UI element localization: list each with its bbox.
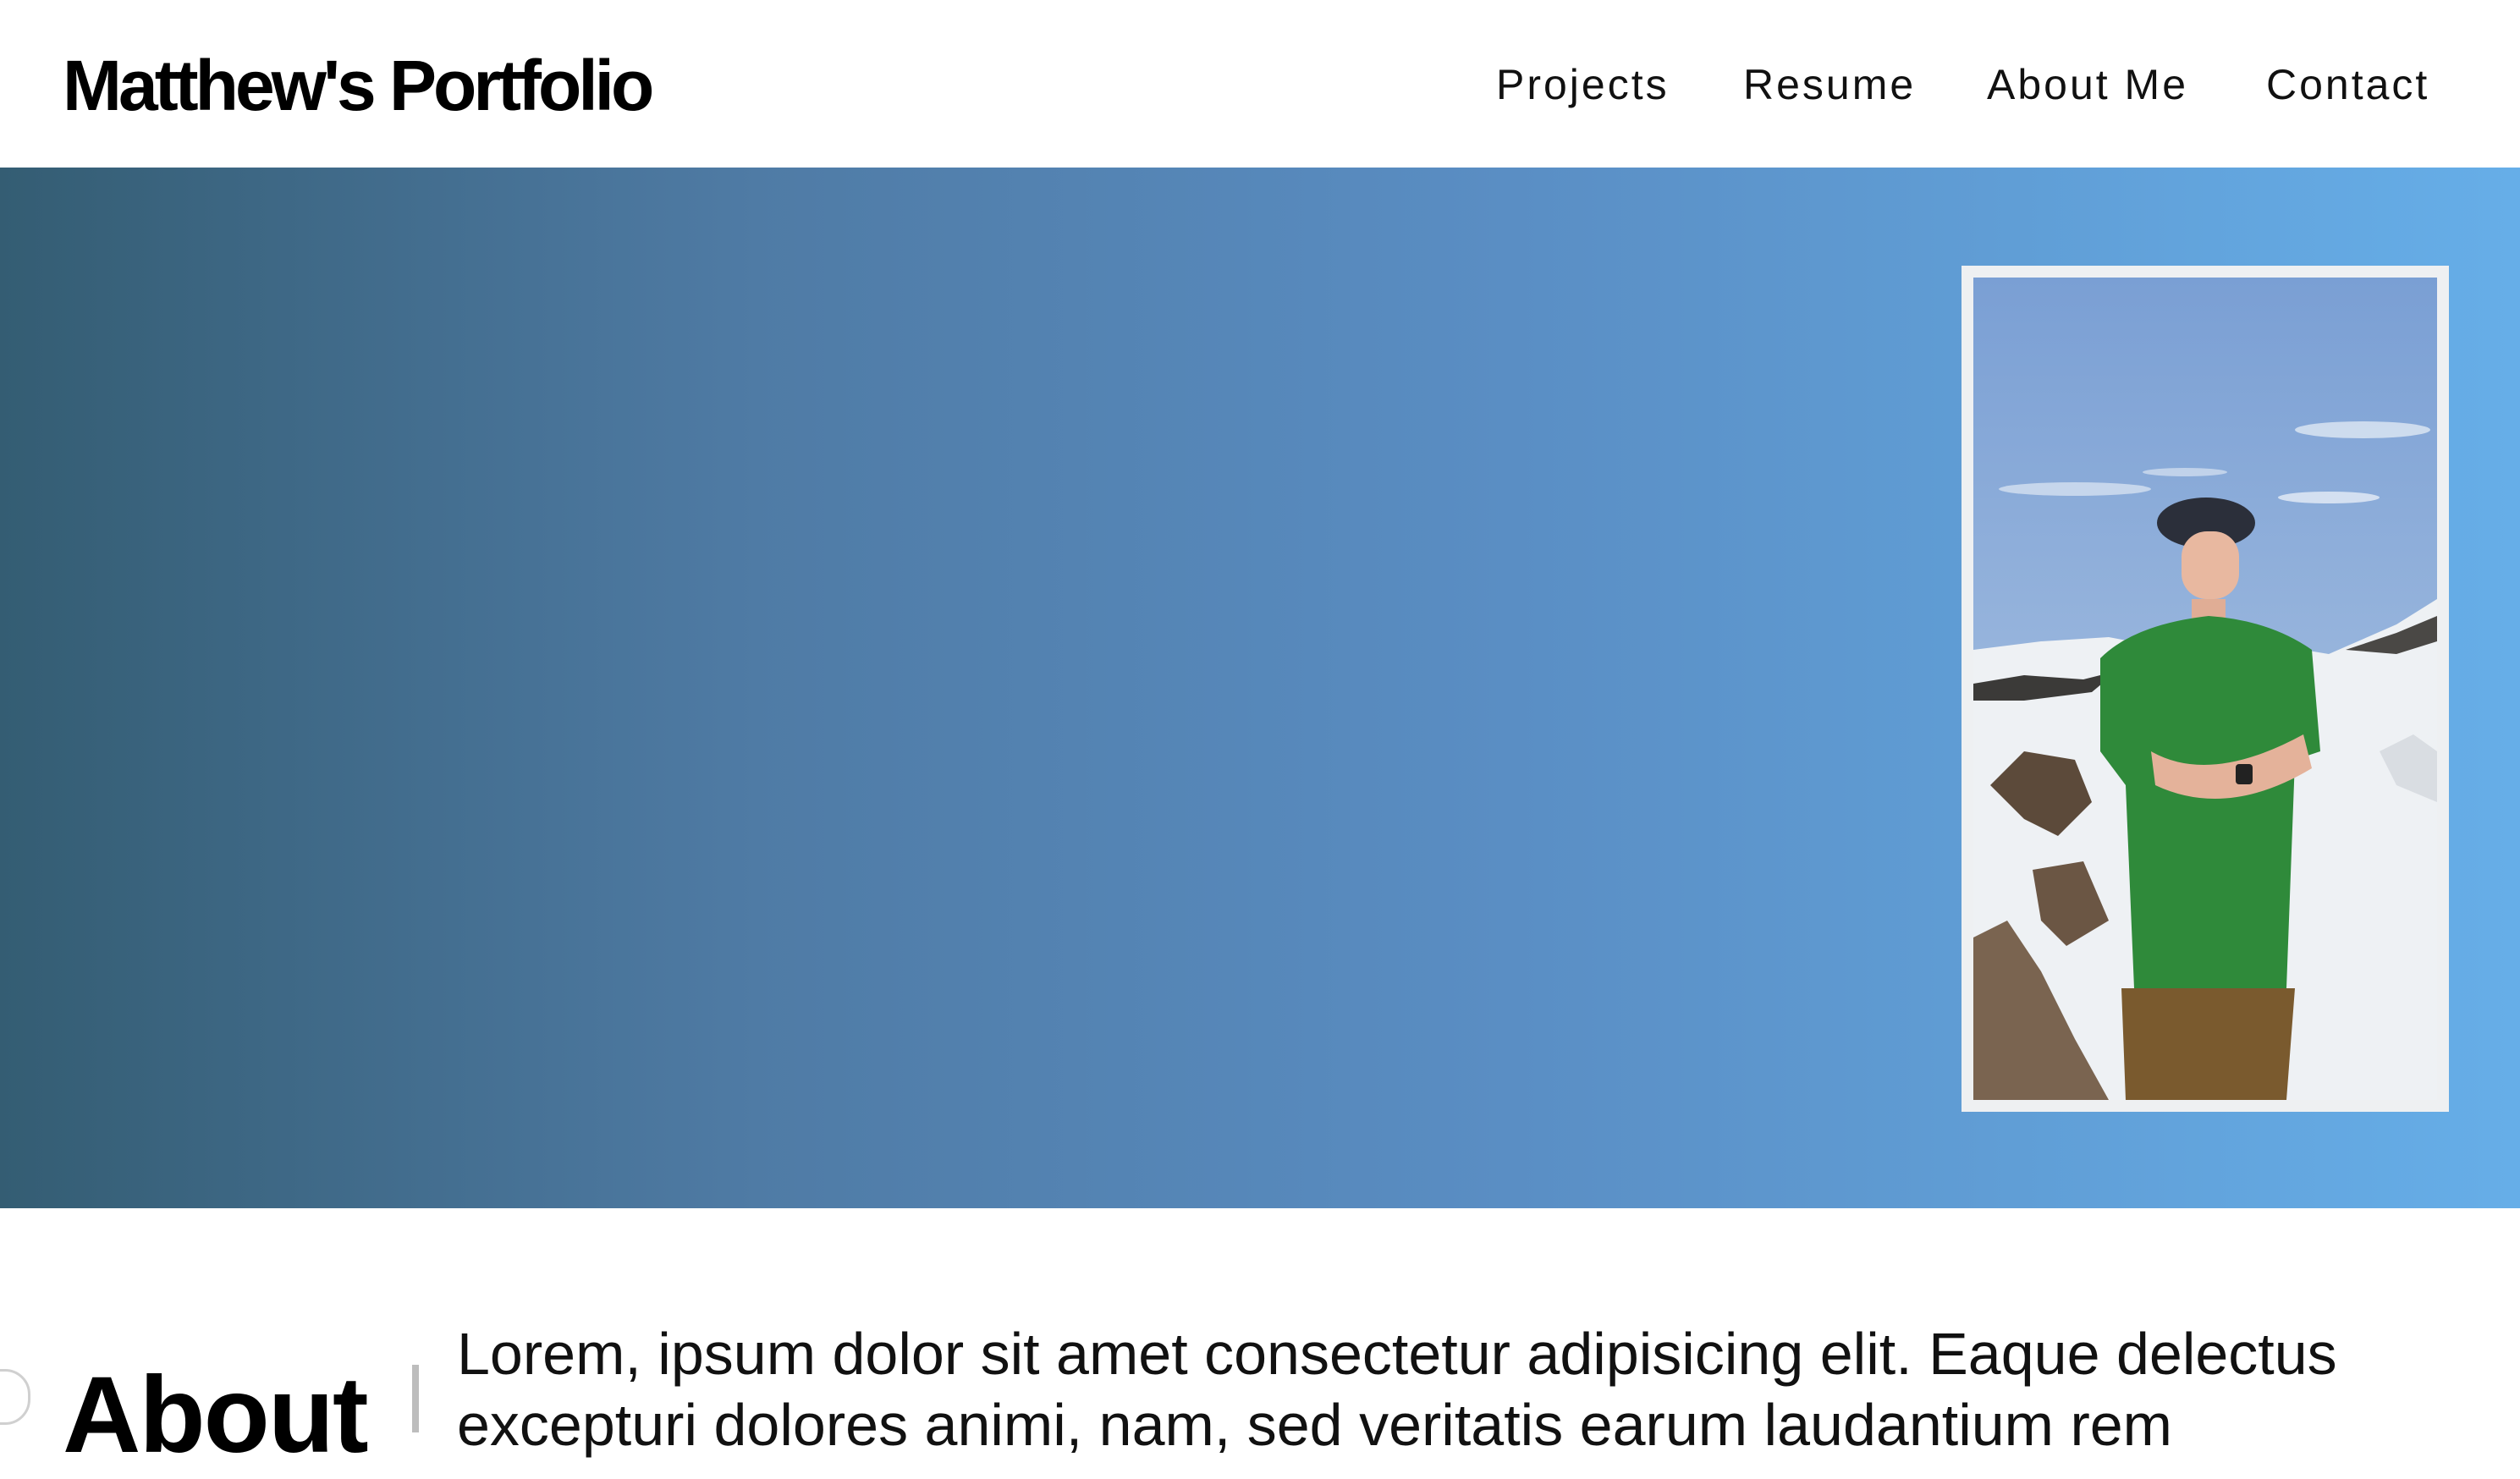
decorative-corner [0, 1369, 30, 1425]
about-heading: About [63, 1355, 369, 1476]
nav-link-projects[interactable]: Projects [1496, 51, 1670, 118]
profile-photo-frame [1962, 266, 2449, 1112]
nav-link-about-me[interactable]: About Me [1987, 51, 2188, 118]
profile-photo [1973, 278, 2437, 1100]
main-nav: Projects Resume About Me Contact [0, 51, 2520, 118]
about-section: About Lorem, ipsum dolor sit amet consec… [0, 1208, 2520, 1476]
site-header: Matthew's Portfolio Projects Resume Abou… [0, 0, 2520, 168]
about-paragraph: Lorem, ipsum dolor sit amet consectetur … [457, 1321, 2337, 1458]
nav-link-contact[interactable]: Contact [2266, 51, 2429, 118]
hero-banner [0, 168, 2520, 1208]
nav-link-resume[interactable]: Resume [1743, 51, 1916, 118]
section-divider [412, 1365, 419, 1432]
